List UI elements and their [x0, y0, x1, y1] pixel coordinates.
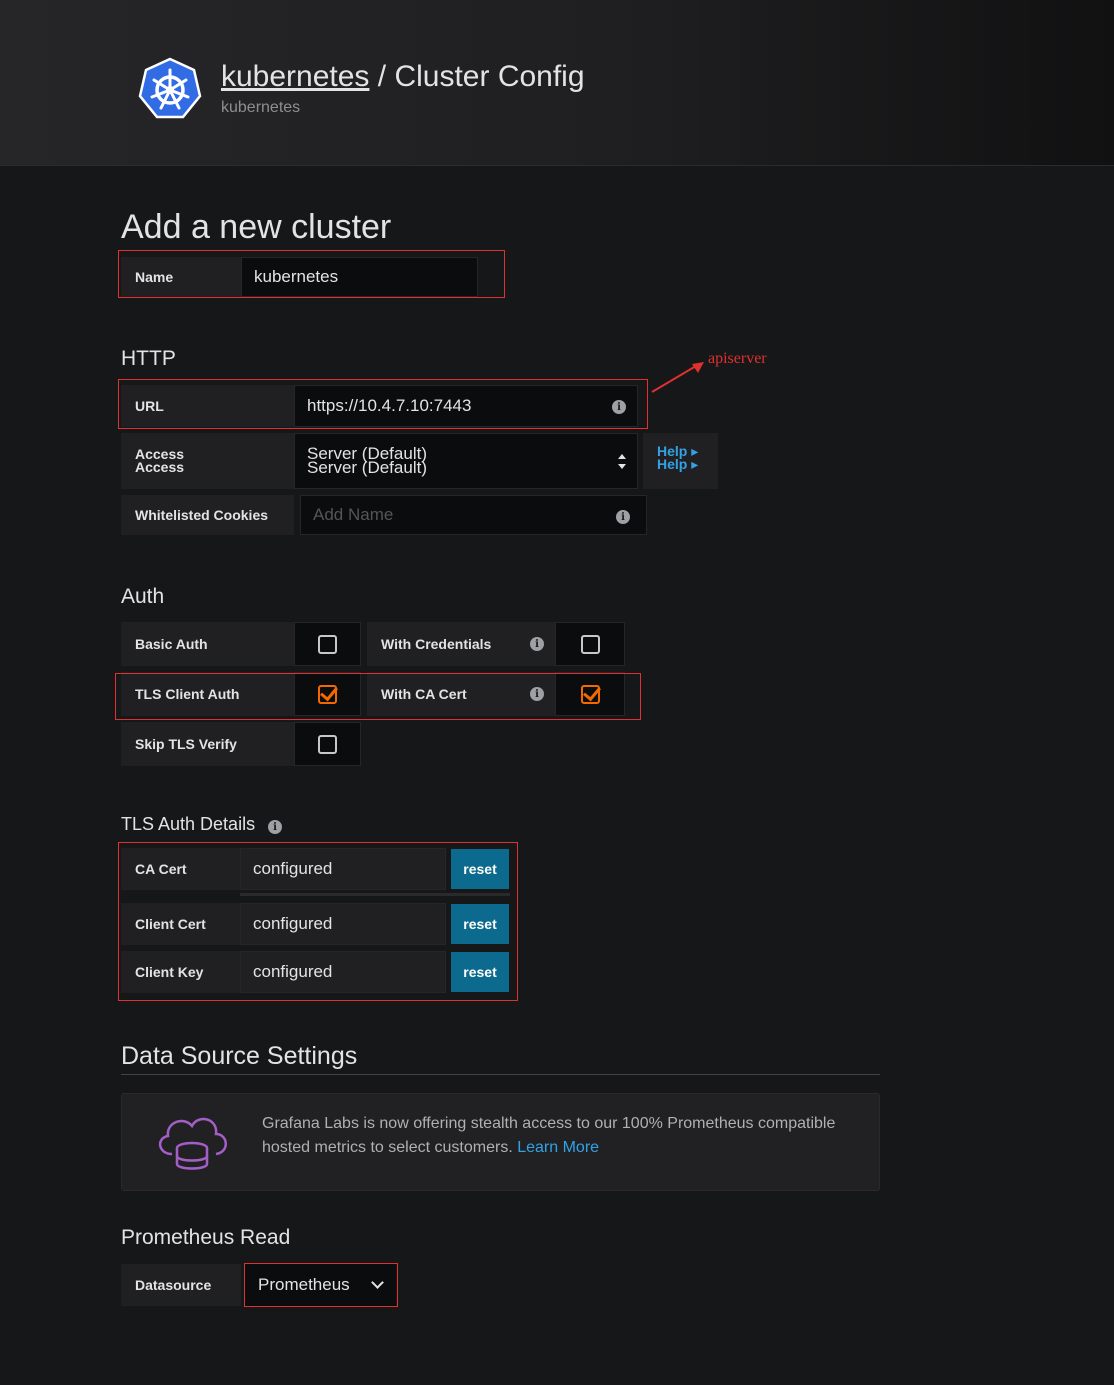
http-heading: HTTP	[121, 347, 176, 370]
tls-client-auth-label: TLS Client Auth	[121, 672, 294, 716]
promo-text: Grafana Labs is now offering stealth acc…	[262, 1112, 862, 1160]
basic-auth-label: Basic Auth	[121, 622, 294, 666]
auth-heading: Auth	[121, 585, 165, 608]
client-cert-value: configured	[240, 903, 446, 945]
tls-info-icon[interactable]: i	[268, 820, 282, 834]
client-cert-reset-button[interactable]: reset	[451, 904, 509, 944]
access-select-value-ghost: Server (Default)	[307, 458, 427, 477]
cookies-placeholder: Add Name	[313, 505, 394, 524]
learn-more-link[interactable]: Learn More	[517, 1139, 599, 1156]
ca-cert-reset-button[interactable]: reset	[451, 849, 509, 889]
with-credentials-info-icon[interactable]: i	[530, 637, 544, 651]
with-ca-cert-info-icon[interactable]: i	[530, 687, 544, 701]
client-key-reset-button[interactable]: reset	[451, 952, 509, 992]
annotation-arrow-icon	[651, 362, 704, 393]
breadcrumb-link[interactable]: kubernetes	[221, 60, 369, 93]
datasource-settings-heading: Data Source Settings	[121, 1042, 358, 1070]
url-label: URL	[121, 385, 294, 427]
with-credentials-checkbox[interactable]	[555, 622, 625, 666]
cookies-input[interactable]: Add Name	[300, 495, 647, 535]
section-title: Add a new cluster	[121, 208, 392, 246]
datasource-select[interactable]: Prometheus	[245, 1264, 396, 1306]
access-label-text-ghost: Access	[135, 459, 185, 475]
name-input[interactable]: kubernetes	[241, 257, 478, 297]
datasource-select-value: Prometheus	[258, 1275, 350, 1294]
with-ca-cert-label: With CA Cert	[367, 672, 555, 716]
client-cert-label: Client Cert	[121, 903, 240, 945]
client-key-label: Client Key	[121, 951, 240, 993]
cookies-label: Whitelisted Cookies	[121, 495, 294, 535]
datasource-label: Datasource	[121, 1264, 241, 1306]
cloud-database-icon	[159, 1117, 227, 1170]
ca-cert-label: CA Cert	[121, 848, 240, 890]
tls-heading: TLS Auth Details	[121, 814, 256, 834]
ca-cert-value: configured	[240, 848, 446, 890]
page-subtitle: kubernetes	[221, 99, 301, 116]
prometheus-read-heading: Prometheus Read	[121, 1226, 291, 1249]
url-input[interactable]: https://10.4.7.10:7443	[294, 385, 638, 427]
promo-banner: Grafana Labs is now offering stealth acc…	[121, 1093, 880, 1191]
with-credentials-label: With Credentials	[367, 622, 555, 666]
skip-tls-verify-label: Skip TLS Verify	[121, 722, 294, 766]
page-title: kubernetes / Cluster Config	[221, 60, 585, 94]
with-ca-cert-checkbox[interactable]	[555, 672, 625, 716]
breadcrumb-separator: /	[369, 60, 395, 93]
access-select[interactable]: Server (Default) Server (Default)	[294, 433, 638, 489]
client-key-value: configured	[240, 951, 446, 993]
chevron-down-icon	[371, 1276, 384, 1289]
tls-row-divider	[240, 893, 510, 896]
section-divider	[121, 1074, 880, 1075]
kubernetes-logo-icon	[138, 57, 202, 119]
breadcrumb-current: Cluster Config	[394, 60, 585, 93]
url-info-icon[interactable]: i	[612, 400, 626, 414]
name-label: Name	[121, 257, 241, 297]
skip-tls-verify-checkbox[interactable]	[294, 722, 361, 766]
cookies-info-icon[interactable]: i	[616, 510, 630, 524]
select-arrows-icon	[618, 454, 626, 469]
annotation-apiserver: apiserver	[708, 350, 767, 367]
help-label-ghost: Help	[657, 456, 688, 472]
tls-client-auth-checkbox[interactable]	[294, 672, 361, 716]
access-label: Access Access	[121, 433, 294, 489]
help-toggle[interactable]: Help ▸ Help ▸	[643, 433, 718, 489]
page-header: kubernetes / Cluster Config kubernetes	[0, 0, 1114, 166]
basic-auth-checkbox[interactable]	[294, 622, 361, 666]
